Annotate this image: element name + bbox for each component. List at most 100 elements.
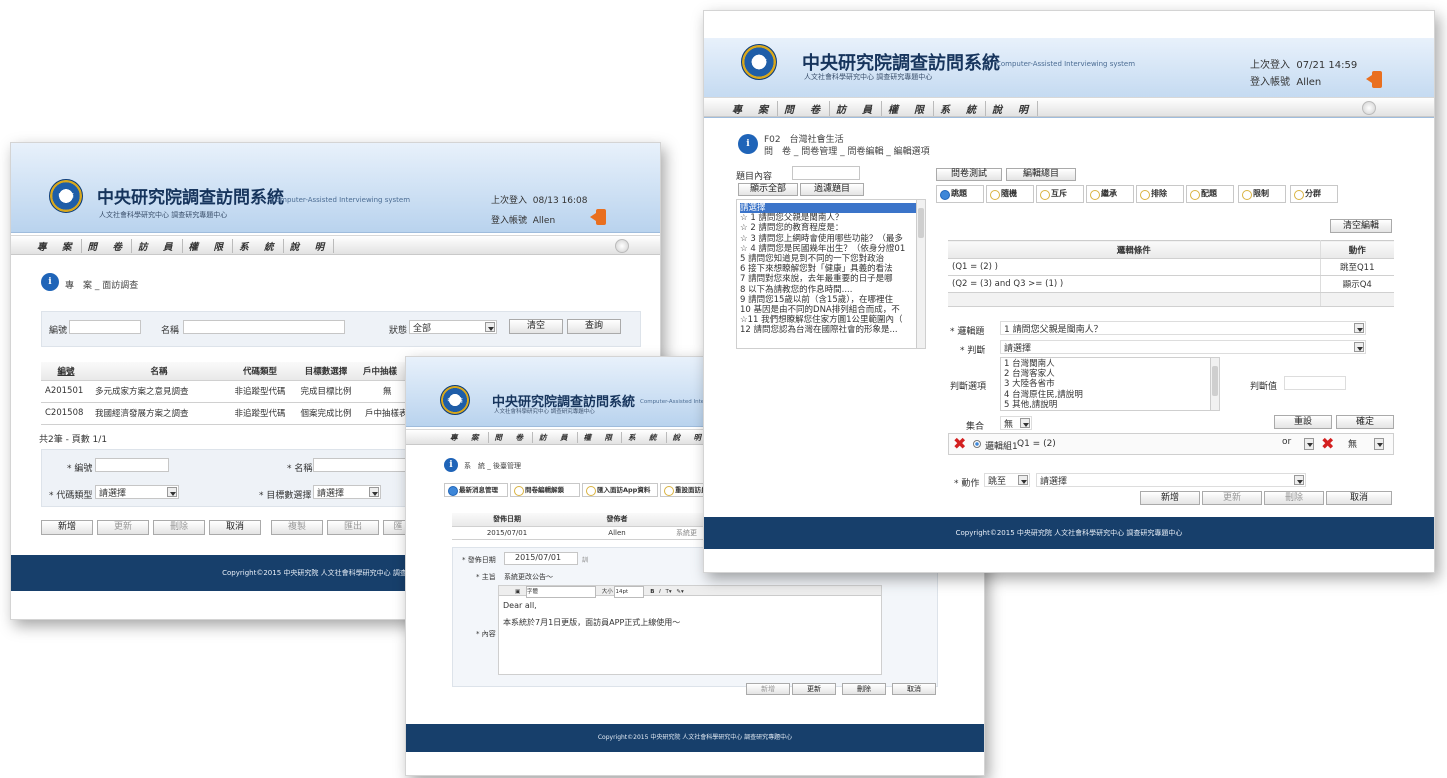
clear-button[interactable]: 清空: [509, 319, 563, 334]
menu-interviewer[interactable]: 訪 員: [830, 101, 882, 116]
bold-icon[interactable]: B: [650, 589, 654, 595]
text-color-icon[interactable]: T▾: [666, 589, 672, 595]
add-button[interactable]: 新增: [746, 683, 790, 695]
tab-match[interactable]: 配題: [1186, 185, 1234, 203]
list-item[interactable]: 12 請問您認為台灣在國際社會的形象是...: [740, 325, 925, 335]
cancel-button[interactable]: 取消: [1326, 491, 1392, 505]
cancel-button[interactable]: 取消: [209, 520, 261, 535]
menu-permission[interactable]: 權 限: [578, 432, 622, 443]
list-item[interactable]: 10 基因是由不同的DNA排列組合而成，不: [740, 305, 925, 315]
tab-news-management[interactable]: 最新消息管理: [444, 483, 508, 497]
menu-project[interactable]: 專 案: [31, 239, 82, 253]
judge-items-list[interactable]: 1 台灣閩南人 2 台灣客家人 3 大陸各省市 4 台灣原住民,請說明 5 其他…: [1000, 357, 1220, 411]
subject-input[interactable]: 系統更改公告～: [504, 572, 553, 582]
tab-exclude[interactable]: 排除: [1136, 185, 1184, 203]
judge-select[interactable]: 請選擇: [1000, 340, 1366, 354]
list-item[interactable]: 1 台灣閩南人: [1004, 359, 1216, 369]
list-item[interactable]: 3 大陸各省市: [1004, 379, 1216, 389]
export-button[interactable]: 匯出: [327, 520, 379, 535]
list-item[interactable]: 9 請問您15歲以前（含15歲），在哪裡住: [740, 295, 925, 305]
set-select[interactable]: 無: [1000, 416, 1032, 430]
list-item[interactable]: 6 接下來想瞭解您對「健康」具義的看法: [740, 264, 925, 274]
search-status-select[interactable]: 全部: [409, 320, 497, 334]
judge-value-input[interactable]: [1284, 376, 1346, 390]
filter-questions-button[interactable]: 過濾題目: [800, 183, 864, 196]
menu-permission[interactable]: 權 限: [882, 101, 934, 116]
list-scrollbar[interactable]: [916, 200, 925, 348]
delete-button[interactable]: 刪除: [1264, 491, 1324, 505]
logic-question-select[interactable]: 1 請問您父親是閩南人？: [1000, 321, 1366, 335]
tab-limit[interactable]: 限制: [1238, 185, 1286, 203]
tab-mutex[interactable]: 互斥: [1036, 185, 1084, 203]
or-select[interactable]: or: [1279, 437, 1315, 451]
save-icon[interactable]: ▣: [515, 589, 520, 595]
none-select[interactable]: 無: [1345, 437, 1385, 451]
menu-project[interactable]: 專 案: [726, 101, 778, 116]
add-button[interactable]: 新增: [1140, 491, 1200, 505]
tab-import-app-data[interactable]: 匯入面訪App資料: [582, 483, 658, 497]
menu-interviewer[interactable]: 訪 員: [533, 432, 578, 443]
col-code-type[interactable]: 代碼類型: [227, 362, 293, 381]
col-target[interactable]: 目標數選擇: [293, 362, 359, 381]
form-name-input[interactable]: [313, 458, 413, 472]
menu-questionnaire[interactable]: 問 卷: [489, 432, 533, 443]
list-item[interactable]: ☆ 1 請問您父親是閩南人？: [740, 213, 925, 223]
list-item[interactable]: ☆ 2 請問您的教育程度是：: [740, 223, 925, 233]
reset-button[interactable]: 重設: [1274, 415, 1332, 429]
table-row[interactable]: (Q2 = (3) and Q3 >= (1) ) 顯示Q4: [948, 275, 1394, 293]
search-id-input[interactable]: [69, 320, 141, 334]
confirm-button[interactable]: 確定: [1336, 415, 1394, 429]
action-select[interactable]: 跳至: [984, 473, 1030, 487]
list-item[interactable]: 5 請問您知道見到不同的一下您對政治: [740, 254, 925, 264]
delete-group-icon[interactable]: ✖: [953, 436, 966, 452]
logout-icon[interactable]: [590, 209, 606, 225]
copy-button[interactable]: 複製: [271, 520, 323, 535]
menu-questionnaire[interactable]: 問 卷: [82, 239, 133, 253]
form-target-select[interactable]: 請選擇: [313, 485, 381, 499]
query-button[interactable]: 查詢: [567, 319, 621, 334]
group-radio[interactable]: [973, 440, 981, 448]
rich-text-editor[interactable]: ▣ 字體 大小 14pt B I T▾ ✎▾ Dear all, 本系統於7月1…: [498, 585, 882, 675]
question-search-input[interactable]: [792, 166, 860, 180]
tab-reset-interviewer[interactable]: 重設面訪員: [660, 483, 706, 497]
list-item[interactable]: 5 其他,請說明: [1004, 400, 1216, 410]
home-button[interactable]: [615, 239, 629, 253]
list-item[interactable]: 2 台灣客家人: [1004, 369, 1216, 379]
col-name[interactable]: 名稱: [91, 362, 227, 381]
list-item[interactable]: 7 請問對您來說，去年最重要的日子是哪: [740, 274, 925, 284]
tab-edit-all[interactable]: 編輯總目: [1006, 168, 1076, 181]
tab-inherit[interactable]: 繼承: [1086, 185, 1134, 203]
form-code-type-select[interactable]: 請選擇: [95, 485, 179, 499]
tab-unlock-questionnaire[interactable]: 問卷編輯解鎖: [510, 483, 580, 497]
add-button[interactable]: 新增: [41, 520, 93, 535]
home-button[interactable]: [1362, 101, 1376, 115]
delete-button[interactable]: 刪除: [842, 683, 886, 695]
col-id[interactable]: 編號: [41, 362, 91, 381]
menu-system[interactable]: 系 統: [934, 101, 986, 116]
update-button[interactable]: 更新: [97, 520, 149, 535]
highlight-icon[interactable]: ✎▾: [676, 589, 683, 595]
clear-edit-button[interactable]: 清空編輯: [1330, 219, 1392, 233]
list-item[interactable]: ☆ 4 請問您是民國幾年出生？（依身分證01: [740, 244, 925, 254]
update-button[interactable]: 更新: [792, 683, 836, 695]
menu-interviewer[interactable]: 訪 員: [132, 239, 183, 253]
form-id-input[interactable]: [95, 458, 169, 472]
menu-questionnaire[interactable]: 問 卷: [778, 101, 830, 116]
delete-button[interactable]: 刪除: [153, 520, 205, 535]
publish-date-input[interactable]: 2015/07/01: [504, 552, 578, 565]
search-name-input[interactable]: [183, 320, 345, 334]
action-target-select[interactable]: 請選擇: [1036, 473, 1306, 487]
menu-help[interactable]: 說 明: [284, 239, 335, 253]
question-list[interactable]: 請選擇 ☆ 1 請問您父親是閩南人？ ☆ 2 請問您的教育程度是： ☆ 3 請問…: [736, 199, 926, 349]
list-scrollbar[interactable]: [1210, 358, 1219, 410]
list-item[interactable]: 請選擇: [740, 203, 916, 214]
delete-condition-icon[interactable]: ✖: [1321, 436, 1334, 452]
tab-skip[interactable]: 跳題: [936, 185, 984, 203]
tab-test-questionnaire[interactable]: 問卷測試: [936, 168, 1002, 181]
menu-system[interactable]: 系 統: [233, 239, 284, 253]
menu-system[interactable]: 系 統: [622, 432, 667, 443]
editor-content[interactable]: Dear all, 本系統於7月1日更版，面訪員APP正式上線使用～: [499, 596, 881, 632]
menu-project[interactable]: 專 案: [444, 432, 489, 443]
menu-permission[interactable]: 權 限: [183, 239, 234, 253]
menu-help[interactable]: 說 明: [986, 101, 1038, 116]
